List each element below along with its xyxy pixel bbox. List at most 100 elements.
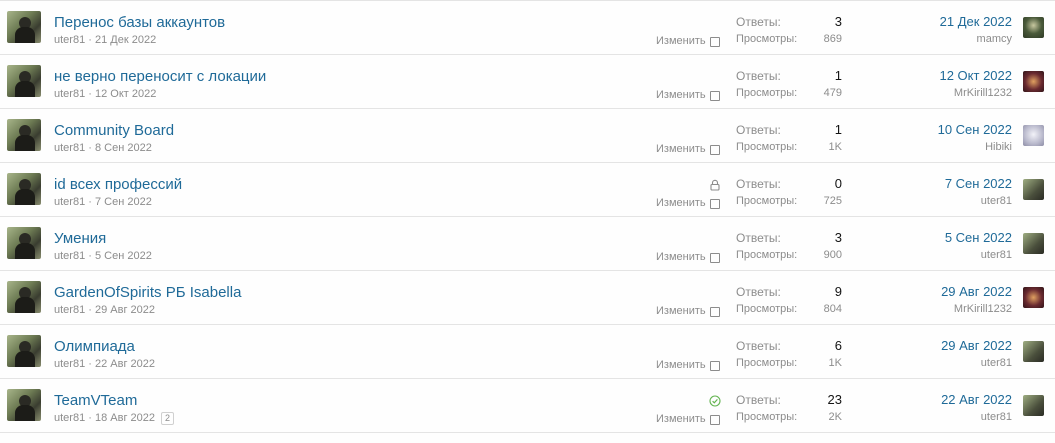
author-avatar[interactable]: [7, 173, 41, 205]
thread-start-date: 18 Авг 2022: [94, 412, 155, 424]
last-poster-avatar[interactable]: [1023, 71, 1044, 92]
last-poster-link[interactable]: uter81: [981, 357, 1012, 369]
answers-count: 6: [834, 338, 842, 353]
thread-meta: uter81 · 12 Окт 2022: [54, 88, 157, 100]
thread-row: id всех профессий uter81 · 7 Сен 2022 Из…: [0, 163, 1055, 217]
answers-count: 0: [834, 176, 842, 191]
views-label: Просмотры:: [736, 33, 798, 45]
last-poster-link[interactable]: MrKirill1232: [954, 87, 1012, 99]
author-link[interactable]: uter81: [54, 358, 85, 370]
page-2-link[interactable]: 2: [161, 412, 175, 425]
thread-meta: uter81 · 22 Авг 2022: [54, 358, 155, 370]
views-count: 2K: [828, 411, 842, 423]
thread-start-date: 8 Сен 2022: [94, 142, 152, 154]
thread-title-link[interactable]: TeamVTeam: [54, 392, 137, 409]
author-link[interactable]: uter81: [54, 34, 85, 46]
edit-link[interactable]: Изменить: [656, 35, 706, 47]
select-checkbox[interactable]: [710, 253, 720, 263]
last-post-date-link[interactable]: 12 Окт 2022: [939, 68, 1012, 83]
author-avatar[interactable]: [7, 65, 41, 97]
last-poster-link[interactable]: uter81: [981, 411, 1012, 423]
last-poster-avatar[interactable]: [1023, 125, 1044, 146]
edit-link[interactable]: Изменить: [656, 89, 706, 101]
last-poster-avatar[interactable]: [1023, 179, 1044, 200]
last-post-date-link[interactable]: 29 Авг 2022: [941, 284, 1012, 299]
select-checkbox[interactable]: [710, 145, 720, 155]
thread-meta: uter81 · 21 Дек 2022: [54, 34, 157, 46]
author-link[interactable]: uter81: [54, 304, 85, 316]
author-avatar[interactable]: [7, 119, 41, 151]
thread-row: Community Board uter81 · 8 Сен 2022 Изме…: [0, 109, 1055, 163]
last-post-date-link[interactable]: 22 Авг 2022: [941, 392, 1012, 407]
views-label: Просмотры:: [736, 411, 798, 423]
author-avatar[interactable]: [7, 227, 41, 259]
edit-link[interactable]: Изменить: [656, 413, 706, 425]
answers-count: 23: [827, 392, 842, 407]
last-poster-link[interactable]: uter81: [981, 195, 1012, 207]
last-poster-avatar[interactable]: [1023, 287, 1044, 308]
thread-row: Олимпиада uter81 · 22 Авг 2022 Изменить …: [0, 325, 1055, 379]
select-checkbox[interactable]: [710, 199, 720, 209]
author-link[interactable]: uter81: [54, 142, 85, 154]
author-link[interactable]: uter81: [54, 412, 85, 424]
views-count: 900: [823, 249, 842, 261]
thread-title-link[interactable]: Community Board: [54, 122, 174, 139]
author-avatar[interactable]: [7, 281, 41, 313]
views-label: Просмотры:: [736, 303, 798, 315]
select-checkbox[interactable]: [710, 415, 720, 425]
author-avatar[interactable]: [7, 11, 41, 43]
last-post-date-link[interactable]: 10 Сен 2022: [938, 122, 1012, 137]
edit-link[interactable]: Изменить: [656, 197, 706, 209]
last-poster-avatar[interactable]: [1023, 395, 1044, 416]
thread-title-link[interactable]: Олимпиада: [54, 338, 135, 355]
author-avatar[interactable]: [7, 335, 41, 367]
thread-meta: uter81 · 7 Сен 2022: [54, 196, 152, 208]
edit-link[interactable]: Изменить: [656, 359, 706, 371]
author-link[interactable]: uter81: [54, 250, 85, 262]
answers-label: Ответы:: [736, 177, 781, 191]
thread-row: не верно переносит с локации uter81 · 12…: [0, 55, 1055, 109]
last-post-date-link[interactable]: 7 Сен 2022: [945, 176, 1012, 191]
last-poster-avatar[interactable]: [1023, 341, 1044, 362]
last-post-date-link[interactable]: 29 Авг 2022: [941, 338, 1012, 353]
thread-title-link[interactable]: GardenOfSpirits РБ Isabella: [54, 284, 241, 301]
thread-row: Перенос базы аккаунтов uter81 · 21 Дек 2…: [0, 1, 1055, 55]
answers-label: Ответы:: [736, 393, 781, 407]
thread-meta: uter81 · 5 Сен 2022: [54, 250, 152, 262]
thread-meta: uter81 · 29 Авг 2022: [54, 304, 155, 316]
thread-start-date: 5 Сен 2022: [94, 250, 152, 262]
select-checkbox[interactable]: [710, 361, 720, 371]
thread-title-link[interactable]: Умения: [54, 230, 106, 247]
answers-label: Ответы:: [736, 123, 781, 137]
thread-start-date: 29 Авг 2022: [94, 304, 155, 316]
last-poster-link[interactable]: mamcy: [977, 33, 1012, 45]
answers-label: Ответы:: [736, 15, 781, 29]
thread-title-link[interactable]: Перенос базы аккаунтов: [54, 14, 225, 31]
edit-link[interactable]: Изменить: [656, 251, 706, 263]
answers-count: 3: [834, 14, 842, 29]
thread-title-link[interactable]: не верно переносит с локации: [54, 68, 266, 85]
last-post-date-link[interactable]: 21 Дек 2022: [940, 14, 1012, 29]
last-poster-link[interactable]: uter81: [981, 249, 1012, 261]
select-checkbox[interactable]: [710, 37, 720, 47]
select-checkbox[interactable]: [710, 307, 720, 317]
thread-start-date: 12 Окт 2022: [94, 88, 157, 100]
last-poster-avatar[interactable]: [1023, 233, 1044, 254]
answers-count: 3: [834, 230, 842, 245]
edit-link[interactable]: Изменить: [656, 305, 706, 317]
thread-start-date: 21 Дек 2022: [94, 34, 157, 46]
last-poster-avatar[interactable]: [1023, 17, 1044, 38]
views-count: 1K: [828, 357, 842, 369]
author-avatar[interactable]: [7, 389, 41, 421]
views-label: Просмотры:: [736, 87, 798, 99]
views-count: 804: [823, 303, 842, 315]
author-link[interactable]: uter81: [54, 196, 85, 208]
thread-start-date: 22 Авг 2022: [94, 358, 155, 370]
last-poster-link[interactable]: MrKirill1232: [954, 303, 1012, 315]
last-poster-link[interactable]: Hibiki: [985, 141, 1012, 153]
thread-title-link[interactable]: id всех профессий: [54, 176, 182, 193]
author-link[interactable]: uter81: [54, 88, 85, 100]
edit-link[interactable]: Изменить: [656, 143, 706, 155]
select-checkbox[interactable]: [710, 91, 720, 101]
last-post-date-link[interactable]: 5 Сен 2022: [945, 230, 1012, 245]
